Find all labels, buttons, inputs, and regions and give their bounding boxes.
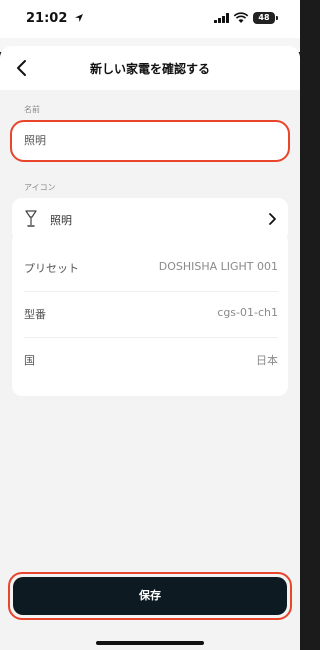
page-title: 新しい家電を確認する xyxy=(89,62,210,76)
icon-section-label: アイコン xyxy=(24,183,56,192)
confirm-appliance-sheet: 新しい家電を確認する 名前 照明 アイコン 照明 プリセット DOSHISHA … xyxy=(0,46,300,650)
detail-row-preset: プリセット DOSHISHA LIGHT 001 xyxy=(24,244,278,290)
detail-key: プリセット xyxy=(24,262,79,275)
detail-value: cgs-01-ch1 xyxy=(217,306,278,319)
detail-row-country: 国 日本 xyxy=(24,336,278,382)
chevron-right-icon xyxy=(269,213,276,225)
detail-key: 国 xyxy=(24,354,35,367)
device-details-card: プリセット DOSHISHA LIGHT 001 型番 cgs-01-ch1 国… xyxy=(12,232,288,396)
status-time: 21:02 xyxy=(26,11,68,26)
detail-value: DOSHISHA LIGHT 001 xyxy=(158,260,278,273)
name-input[interactable]: 照明 xyxy=(10,120,290,162)
save-button[interactable]: 保存 xyxy=(13,577,287,615)
detail-key: 型番 xyxy=(24,308,46,321)
battery-cap xyxy=(276,16,278,20)
name-section-label: 名前 xyxy=(24,105,40,114)
location-arrow-icon xyxy=(75,14,83,22)
save-button-highlight: 保存 xyxy=(8,572,292,620)
nav-bar: 新しい家電を確認する xyxy=(0,46,300,90)
wifi-icon xyxy=(233,12,249,23)
battery-icon: 48 xyxy=(253,12,275,24)
detail-value: 日本 xyxy=(256,354,278,367)
detail-row-model: 型番 cgs-01-ch1 xyxy=(24,290,278,336)
icon-name: 照明 xyxy=(50,214,72,227)
lamp-icon xyxy=(25,210,37,227)
status-bar: 21:02 48 xyxy=(0,0,300,38)
home-indicator xyxy=(96,641,204,645)
cellular-signal-icon xyxy=(214,13,229,23)
